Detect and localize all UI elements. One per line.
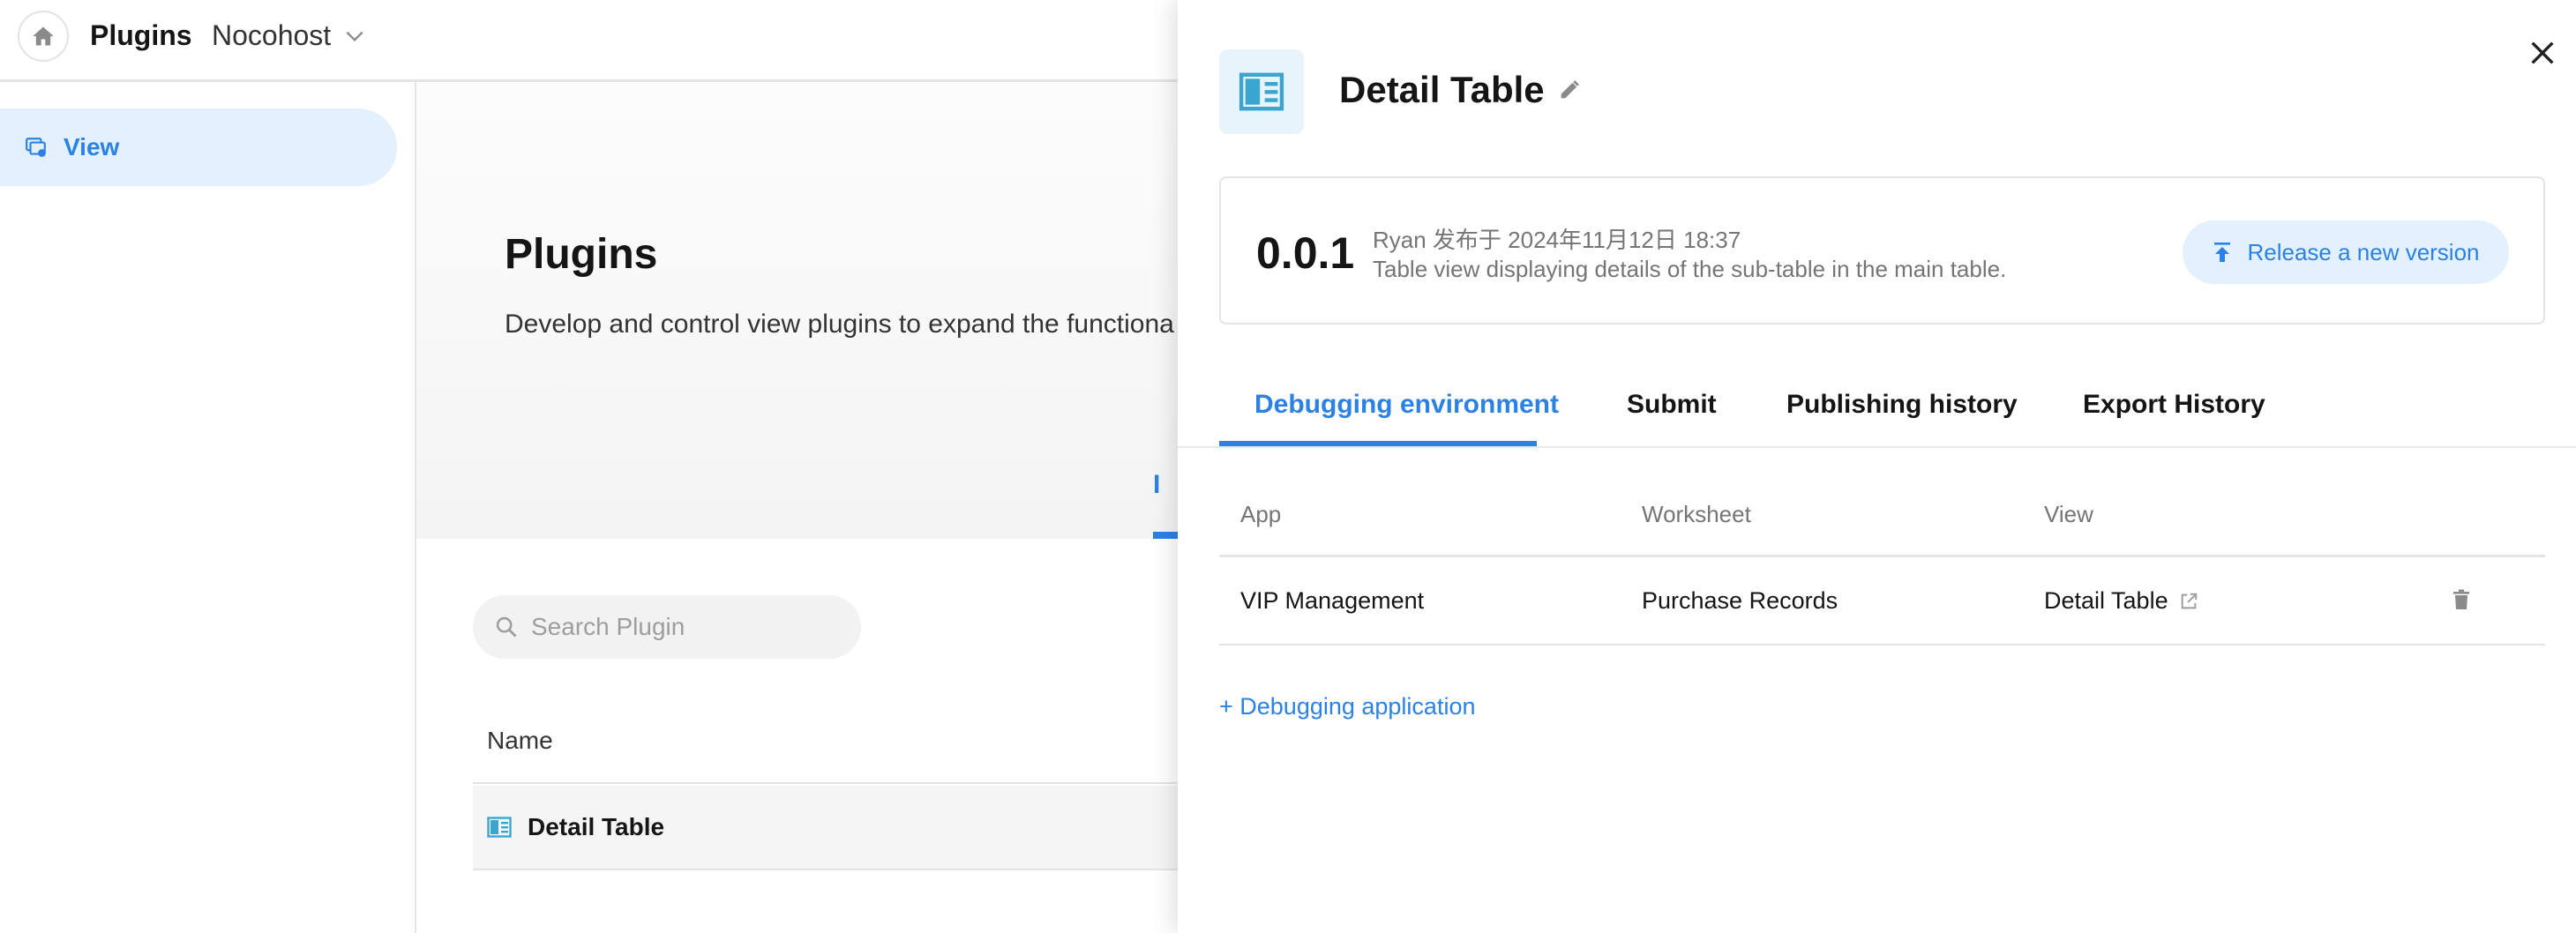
add-debugging-application-link[interactable]: + Debugging application: [1219, 693, 1475, 720]
table-header: App Worksheet View: [1219, 473, 2545, 557]
page-title: Plugins: [505, 231, 658, 278]
close-button[interactable]: [2521, 32, 2564, 74]
tab-export-history[interactable]: Export History: [2083, 390, 2265, 420]
release-new-version-button[interactable]: Release a new version: [2183, 220, 2509, 284]
plugin-title: Detail Table: [1339, 69, 1582, 111]
plugin-detail-drawer: Detail Table 0.0.1 Ryan 发布于 2024年11月12日 …: [1178, 0, 2576, 933]
version-meta: Ryan 发布于 2024年11月12日 18:37: [1373, 227, 1741, 253]
drawer-tabs: Debugging environment Submit Publishing …: [1178, 369, 2576, 448]
column-header-name: Name: [487, 727, 553, 754]
sidebar: View: [0, 82, 416, 933]
tab-publishing-history[interactable]: Publishing history: [1786, 390, 2018, 420]
org-selector[interactable]: Nocohost: [212, 19, 366, 52]
column-header-view: View: [2044, 501, 2093, 527]
cell-view-text[interactable]: Detail Table: [2044, 587, 2168, 615]
org-name: Nocohost: [212, 19, 332, 51]
cell-worksheet: Purchase Records: [1642, 587, 1838, 615]
sidebar-item-label: View: [64, 133, 120, 160]
tab-submit[interactable]: Submit: [1627, 390, 1717, 420]
release-button-label: Release a new version: [2247, 238, 2480, 265]
search-box[interactable]: [473, 595, 861, 659]
tab-debugging-environment[interactable]: Debugging environment: [1254, 390, 1559, 420]
sidebar-item-view[interactable]: View: [0, 108, 397, 186]
column-header-app: App: [1240, 501, 1282, 527]
tab-partial[interactable]: I: [1153, 470, 1160, 500]
plugin-name: Detail Table: [528, 813, 665, 840]
version-description: Table view displaying details of the sub…: [1373, 256, 2007, 282]
cell-app-text: VIP Management: [1240, 587, 1425, 614]
debug-table: App Worksheet View VIP Management Purcha…: [1219, 473, 2545, 646]
cell-app: VIP Management: [1240, 587, 1424, 615]
search-icon: [496, 616, 517, 638]
view-icon: [26, 138, 46, 157]
close-icon: [2531, 41, 2554, 64]
version-card: 0.0.1 Ryan 发布于 2024年11月12日 18:37 Table v…: [1219, 176, 2545, 325]
page-description: Develop and control view plugins to expa…: [505, 310, 1174, 339]
detail-table-icon: [1239, 72, 1284, 111]
plugin-icon-box: [1219, 49, 1304, 134]
table-row: VIP Management Purchase Records Detail T…: [1219, 557, 2545, 646]
external-link-icon[interactable]: [2179, 592, 2198, 611]
upload-icon: [2214, 243, 2231, 262]
home-button[interactable]: [18, 11, 69, 62]
column-header-worksheet: Worksheet: [1642, 501, 1751, 527]
active-tab-underline: [1219, 441, 1537, 446]
cell-worksheet-text: Purchase Records: [1642, 587, 1838, 614]
app-title: Plugins: [90, 19, 192, 51]
version-number: 0.0.1: [1256, 228, 1355, 278]
edit-pencil-icon[interactable]: [1557, 78, 1582, 102]
detail-table-icon: [487, 817, 512, 838]
plugin-title-text: Detail Table: [1339, 69, 1545, 110]
trash-icon: [2453, 589, 2469, 609]
chevron-down-icon: [346, 31, 363, 41]
delete-button[interactable]: [2445, 584, 2477, 616]
home-icon: [33, 26, 54, 46]
cell-view[interactable]: Detail Table: [2044, 587, 2198, 615]
search-input[interactable]: [531, 613, 849, 641]
